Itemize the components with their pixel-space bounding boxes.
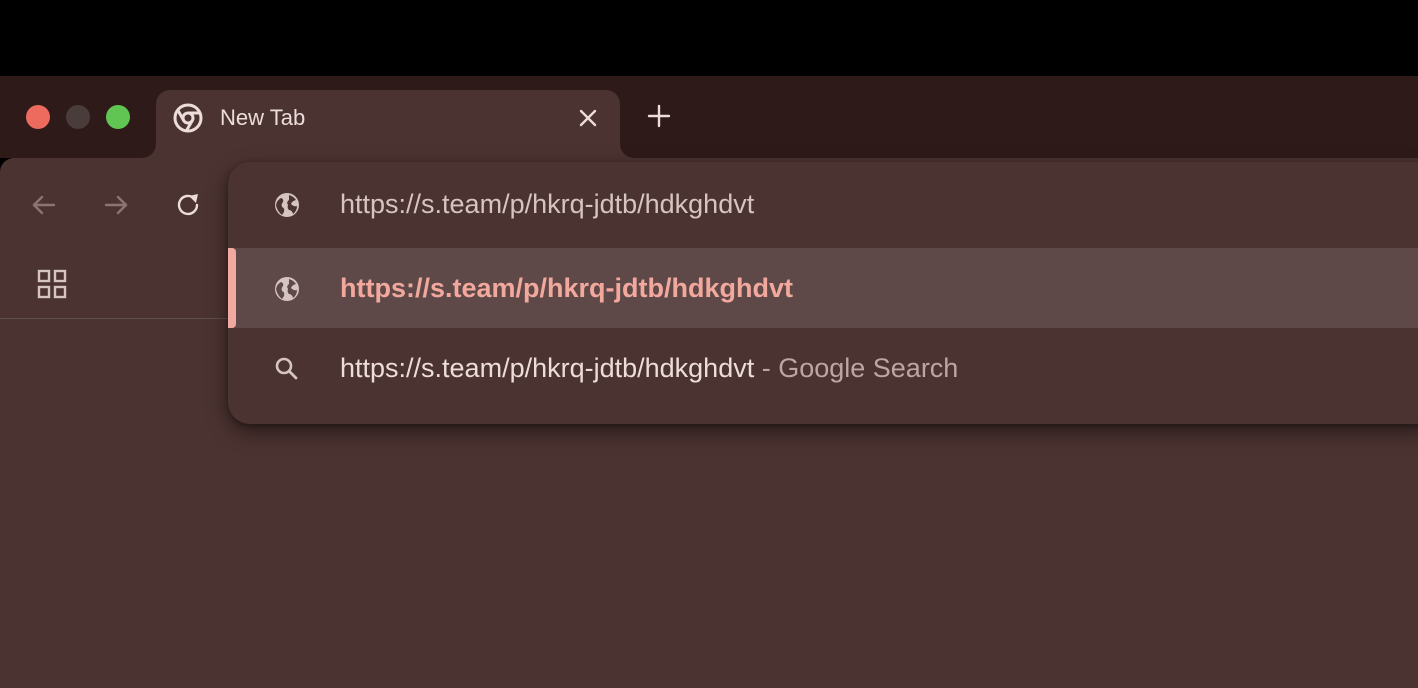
omnibox-input-row[interactable]: https://s.team/p/hkrq-jdtb/hdkghdvt xyxy=(228,164,1418,244)
chrome-logo-icon xyxy=(173,103,203,133)
arrow-right-icon[interactable] xyxy=(101,190,131,220)
omnibox-suggestion-url[interactable]: https://s.team/p/hkrq-jdtb/hdkghdvt xyxy=(228,248,1418,328)
omnibox-suggestion-search[interactable]: https://s.team/p/hkrq-jdtb/hdkghdvt - Go… xyxy=(228,328,1418,408)
omnibox-dropdown: https://s.team/p/hkrq-jdtb/hdkghdvt http… xyxy=(228,162,1418,424)
browser-window: New Tab https://s.team/p/hkrq-jdtb/hdkgh… xyxy=(0,0,1418,688)
tab-corner-right xyxy=(620,144,634,158)
suggestion-search-label: https://s.team/p/hkrq-jdtb/hdkghdvt - Go… xyxy=(340,328,958,408)
search-icon xyxy=(275,357,298,380)
globe-icon xyxy=(275,277,299,301)
omnibox-input[interactable]: https://s.team/p/hkrq-jdtb/hdkghdvt xyxy=(340,164,754,244)
window-minimize-button[interactable] xyxy=(66,105,90,129)
apps-grid-icon[interactable] xyxy=(36,268,68,300)
close-icon[interactable] xyxy=(574,104,602,132)
arrow-left-icon[interactable] xyxy=(29,190,59,220)
window-maximize-button[interactable] xyxy=(106,105,130,129)
plus-icon[interactable] xyxy=(644,101,674,131)
tab-corner-left xyxy=(142,144,156,158)
tab-title: New Tab xyxy=(220,105,306,130)
top-black-bar xyxy=(0,0,1418,76)
suggestion-search-text: https://s.team/p/hkrq-jdtb/hdkghdvt xyxy=(340,353,755,383)
suggestion-url-text: https://s.team/p/hkrq-jdtb/hdkghdvt xyxy=(340,273,793,303)
window-close-button[interactable] xyxy=(26,105,50,129)
globe-icon xyxy=(275,193,299,217)
selection-indicator xyxy=(228,248,236,328)
suggestion-search-suffix: - Google Search xyxy=(754,353,959,383)
reload-icon[interactable] xyxy=(173,190,203,220)
